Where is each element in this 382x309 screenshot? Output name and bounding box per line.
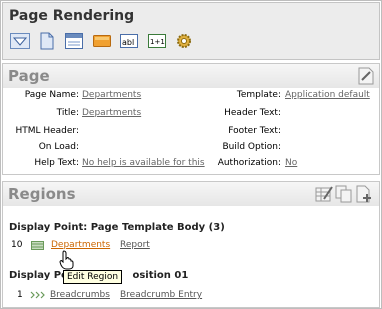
copy-icon[interactable] bbox=[335, 185, 353, 206]
authorization-link[interactable]: No bbox=[285, 158, 297, 168]
build-option-label: Build Option: bbox=[222, 142, 281, 152]
region-sequence: 1 bbox=[17, 290, 23, 300]
item-icon[interactable]: abl bbox=[118, 31, 140, 51]
report-region-icon bbox=[31, 241, 44, 253]
gear-icon[interactable] bbox=[173, 31, 195, 51]
page-section: Page Page Name: Departments Title: Depar… bbox=[2, 63, 380, 175]
button-icon[interactable] bbox=[91, 31, 113, 51]
edit-page-icon[interactable] bbox=[358, 67, 374, 88]
help-text-link[interactable]: No help is available for this bbox=[82, 158, 205, 168]
grid-edit-icon[interactable] bbox=[315, 185, 333, 206]
hand-cursor-icon bbox=[59, 250, 75, 273]
svg-text:abl: abl bbox=[122, 38, 134, 47]
display-point-title: Display Point: Page Template Body (3) bbox=[9, 222, 225, 233]
regions-section-header: Regions bbox=[3, 182, 379, 206]
region-type-link[interactable]: Report bbox=[120, 240, 150, 250]
region-type-link[interactable]: Breadcrumb Entry bbox=[120, 290, 202, 300]
page-rendering-window: Page Rendering abl 1+1 Page Page Name: D… bbox=[0, 0, 382, 309]
title-label: Title: bbox=[56, 108, 79, 118]
display-point-title-end: osition 01 bbox=[132, 270, 189, 281]
authorization-label: Authorization: bbox=[217, 158, 281, 168]
computation-icon[interactable]: 1+1 bbox=[146, 31, 168, 51]
region-icon[interactable] bbox=[63, 31, 85, 51]
header-text-label: Header Text: bbox=[224, 108, 281, 118]
page-name-label: Page Name: bbox=[24, 90, 79, 100]
template-label: Template: bbox=[236, 90, 281, 100]
create-icon[interactable] bbox=[355, 185, 373, 206]
footer-text-label: Footer Text: bbox=[228, 126, 281, 136]
regions-section-title: Regions bbox=[8, 185, 76, 203]
region-name-link[interactable]: Departments bbox=[51, 240, 110, 250]
breadcrumb-region-icon bbox=[30, 291, 46, 302]
page-section-header: Page bbox=[3, 64, 379, 88]
regions-section: Regions Display Point: Page Template Bod… bbox=[2, 181, 380, 308]
html-header-label: HTML Header: bbox=[15, 126, 79, 136]
on-load-label: On Load: bbox=[38, 142, 79, 152]
page-rendering-title: Page Rendering bbox=[9, 8, 135, 24]
page-section-title: Page bbox=[8, 67, 50, 85]
help-text-label: Help Text: bbox=[34, 158, 79, 168]
page-rendering-header: Page Rendering abl 1+1 bbox=[2, 2, 380, 60]
page-name-link[interactable]: Departments bbox=[82, 90, 141, 100]
region-name-link[interactable]: Breadcrumbs bbox=[50, 290, 110, 300]
region-sequence: 10 bbox=[11, 240, 23, 250]
title-link[interactable]: Departments bbox=[82, 108, 141, 118]
svg-text:1+1: 1+1 bbox=[150, 38, 165, 46]
page-icon[interactable] bbox=[38, 31, 56, 51]
collapse-icon[interactable] bbox=[9, 31, 31, 51]
template-link[interactable]: Application default bbox=[285, 90, 370, 100]
